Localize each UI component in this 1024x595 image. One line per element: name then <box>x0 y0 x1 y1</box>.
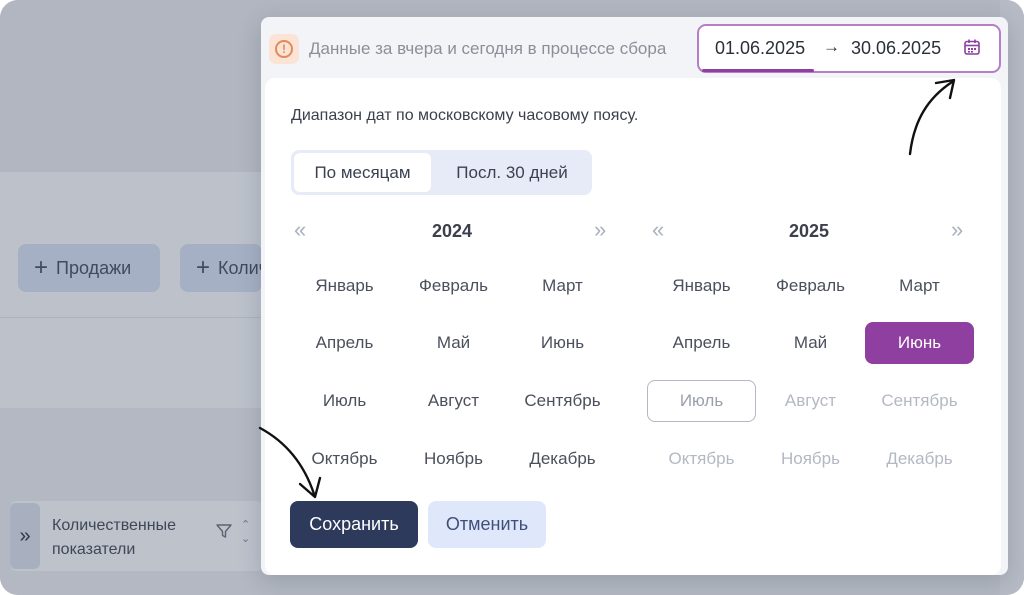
month-cell[interactable]: Февраль <box>756 265 865 307</box>
next-year-icon[interactable]: » <box>594 219 607 241</box>
prev-year-icon[interactable]: « <box>294 219 307 241</box>
prev-year-icon[interactable]: « <box>652 219 665 241</box>
arrow-right-icon: → <box>823 37 840 56</box>
month-cell[interactable]: Апрель <box>647 322 756 364</box>
save-button[interactable]: Сохранить <box>290 501 418 548</box>
filter-icon[interactable] <box>216 523 232 544</box>
month-cell[interactable]: Сентябрь <box>865 380 974 422</box>
month-cell[interactable]: Апрель <box>290 322 399 364</box>
month-cell[interactable]: Ноябрь <box>399 438 508 480</box>
month-cell[interactable]: Август <box>399 380 508 422</box>
add-sales-button[interactable]: + Продажи <box>18 244 160 292</box>
month-cell[interactable]: Июнь <box>508 322 617 364</box>
month-cell[interactable]: Июль <box>290 380 399 422</box>
plus-icon: + <box>34 254 49 281</box>
month-cell[interactable]: Октябрь <box>647 438 756 480</box>
month-cell[interactable]: Август <box>756 380 865 422</box>
active-date-indicator <box>702 69 814 72</box>
tab-last-30-days[interactable]: Посл. 30 дней <box>437 153 587 192</box>
year-label-left: 2024 <box>432 221 473 241</box>
mode-switch: По месяцам Посл. 30 дней <box>291 150 592 195</box>
month-cell[interactable]: Сентябрь <box>508 380 617 422</box>
plus-icon: + <box>196 254 211 281</box>
month-cell[interactable]: Июнь <box>865 322 974 364</box>
expand-icon[interactable]: » <box>10 503 40 569</box>
month-cell[interactable]: Март <box>508 265 617 307</box>
info-icon: ! <box>269 34 299 64</box>
year-label-right: 2025 <box>789 221 830 241</box>
calendar-icon[interactable] <box>963 38 981 56</box>
cancel-button[interactable]: Отменить <box>428 501 546 548</box>
sort-icon[interactable]: ⌃ ⌄ <box>241 518 250 546</box>
add-quantity-button[interactable]: + Количество <box>180 244 262 292</box>
column-title: Количественные показатели <box>52 517 176 558</box>
month-cell[interactable]: Июль <box>647 380 756 422</box>
month-cell[interactable]: Январь <box>290 265 399 307</box>
date-range-field[interactable]: 01.06.2025 → 30.06.2025 <box>697 24 1001 73</box>
month-cell[interactable]: Декабрь <box>865 438 974 480</box>
date-from[interactable]: 01.06.2025 <box>715 38 805 59</box>
month-cell[interactable]: Ноябрь <box>756 438 865 480</box>
tab-by-months[interactable]: По месяцам <box>294 153 431 192</box>
month-cell[interactable]: Декабрь <box>508 438 617 480</box>
month-cell[interactable]: Март <box>865 265 974 307</box>
month-cell[interactable]: Январь <box>647 265 756 307</box>
next-year-icon[interactable]: » <box>951 219 964 241</box>
month-cell[interactable]: Май <box>399 322 508 364</box>
timezone-hint: Диапазон дат по московскому часовому поя… <box>291 107 639 124</box>
month-cell[interactable]: Октябрь <box>290 438 399 480</box>
data-notice: ! Данные за вчера и сегодня в процессе с… <box>269 34 666 64</box>
month-cell[interactable]: Май <box>756 322 865 364</box>
month-cell[interactable]: Февраль <box>399 265 508 307</box>
date-to[interactable]: 30.06.2025 <box>851 38 941 59</box>
